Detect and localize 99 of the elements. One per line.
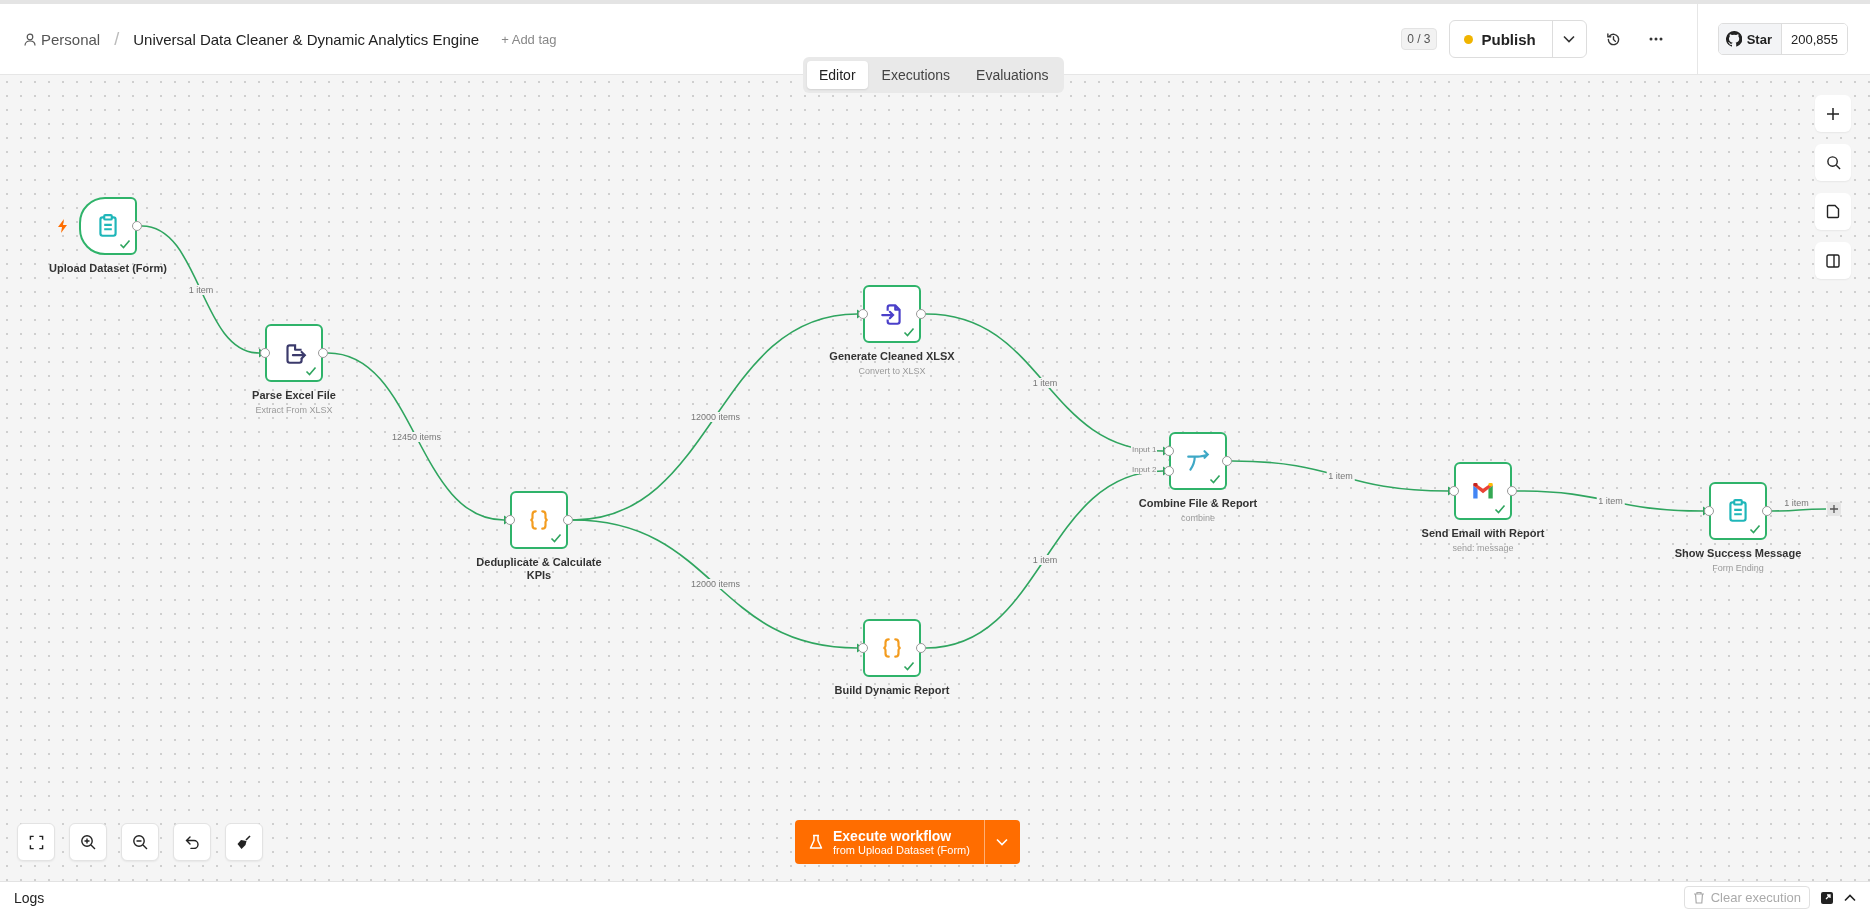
- view-tab[interactable]: Evaluations: [964, 61, 1061, 89]
- node-title: Build Dynamic Report: [833, 684, 951, 697]
- zoom-out-icon: [132, 834, 148, 850]
- file-export-icon: [286, 344, 307, 364]
- view-tab[interactable]: Editor: [807, 61, 868, 89]
- mail-m-icon: [1473, 482, 1493, 499]
- item-count-label: 12450 items: [390, 431, 443, 442]
- side-panel-button[interactable]: [1815, 242, 1851, 279]
- node-subtitle: combine: [1180, 513, 1216, 523]
- node-title: Parse Excel File: [251, 389, 337, 402]
- workflow-node[interactable]: [863, 619, 921, 677]
- chevron-down-icon: [996, 838, 1009, 846]
- fit-view-button[interactable]: [17, 823, 55, 861]
- github-icon: [1725, 31, 1742, 47]
- workflow-node[interactable]: [1709, 482, 1767, 540]
- node-subtitle: Extract From XLSX: [254, 405, 334, 415]
- project-link[interactable]: Personal: [41, 30, 101, 48]
- search-button[interactable]: [1815, 144, 1851, 181]
- input-handle[interactable]: [260, 348, 270, 358]
- version-counter: 0 / 3: [1401, 28, 1437, 50]
- fit-view-icon: [28, 834, 44, 850]
- item-count-label: 12000 items: [689, 412, 742, 422]
- ellipsis-icon: [1648, 37, 1663, 41]
- workflow-node[interactable]: [863, 285, 921, 343]
- chevron-down-icon: [1563, 35, 1576, 43]
- broom-icon: [236, 834, 252, 850]
- input-handle[interactable]: [1704, 506, 1714, 516]
- zoom-out-button[interactable]: [121, 823, 159, 861]
- sticky-note-icon: [1826, 204, 1840, 219]
- item-count-label: 1 item: [1030, 554, 1060, 565]
- side-panel-icon: [1826, 253, 1840, 268]
- breadcrumb-separator: /: [114, 28, 120, 50]
- flask-icon: [809, 834, 823, 850]
- output-handle[interactable]: [916, 643, 926, 653]
- item-count-label: 1 item: [1326, 471, 1355, 481]
- item-count-label: 1 item: [1030, 377, 1060, 388]
- input-handle[interactable]: [1449, 486, 1459, 496]
- input-label: Input 1: [1131, 445, 1158, 454]
- workflow-title[interactable]: Universal Data Cleaner & Dynamic Analytics Engine: [133, 30, 480, 48]
- search-icon: [1825, 155, 1841, 170]
- plus-icon: [1830, 505, 1838, 513]
- lightning-icon: [57, 219, 69, 233]
- add-tag-link[interactable]: + Add tag: [501, 31, 557, 47]
- item-count-label: 12000 items: [689, 579, 742, 589]
- output-handle[interactable]: [916, 309, 926, 319]
- popout-icon: [1820, 890, 1834, 905]
- output-handle[interactable]: [1507, 486, 1517, 496]
- braces-icon: [882, 638, 902, 658]
- status-dot-icon: [1463, 34, 1473, 44]
- file-import-icon: [881, 304, 901, 325]
- trash-icon: [1692, 891, 1705, 904]
- zoom-in-icon: [80, 834, 96, 850]
- github-star-widget[interactable]: Star 200,855: [1717, 23, 1848, 55]
- input-handle[interactable]: [858, 309, 868, 319]
- node-subtitle: Convert to XLSX: [857, 366, 927, 376]
- workflow-node[interactable]: [1454, 462, 1512, 520]
- workflow-node[interactable]: [265, 324, 323, 382]
- workflow-node[interactable]: [510, 491, 568, 549]
- node-subtitle: send: message: [1451, 543, 1515, 553]
- item-count-label: 1 item: [1782, 498, 1811, 508]
- merge-arrow-icon: [1187, 450, 1209, 471]
- undo-button[interactable]: [173, 823, 211, 861]
- node-title: Deduplicate & Calculate KPIs: [475, 556, 603, 582]
- output-handle[interactable]: [1762, 506, 1772, 516]
- expand-logs-button[interactable]: [1844, 893, 1856, 902]
- node-title: Show Success Message: [1673, 547, 1803, 560]
- add-connection-button[interactable]: [1827, 502, 1841, 516]
- input-handle[interactable]: [505, 515, 515, 525]
- workflow-node[interactable]: [1169, 432, 1227, 490]
- braces-icon: [529, 510, 549, 530]
- output-handle[interactable]: [132, 221, 142, 231]
- history-icon: [1606, 31, 1622, 47]
- github-star-button[interactable]: Star: [1718, 24, 1782, 54]
- input-label: Input 2: [1131, 465, 1158, 474]
- sticky-note-button[interactable]: [1815, 193, 1851, 230]
- zoom-in-button[interactable]: [69, 823, 107, 861]
- tidy-up-button[interactable]: [225, 823, 263, 861]
- clipboard-icon: [99, 214, 117, 237]
- view-tab[interactable]: Executions: [869, 61, 963, 89]
- output-handle[interactable]: [563, 515, 573, 525]
- person-icon: [24, 32, 36, 46]
- node-title: Generate Cleaned XLSX: [828, 350, 956, 363]
- workflow-node[interactable]: [79, 197, 137, 255]
- clipboard-icon: [1729, 499, 1747, 522]
- item-count-label: 1 item: [186, 284, 216, 295]
- input-handle[interactable]: [858, 643, 868, 653]
- plus-icon: [1826, 106, 1840, 121]
- node-title: Send Email with Report: [1420, 527, 1546, 540]
- undo-icon: [184, 835, 200, 849]
- chevron-up-icon: [1844, 893, 1856, 902]
- node-subtitle: Form Ending: [1711, 563, 1765, 573]
- output-handle[interactable]: [318, 348, 328, 358]
- node-title: Upload Dataset (Form): [48, 262, 168, 275]
- node-title: Combine File & Report: [1137, 497, 1259, 510]
- item-count-label: 1 item: [1596, 496, 1625, 506]
- popout-button[interactable]: [1820, 890, 1834, 905]
- logs-title[interactable]: Logs: [14, 889, 45, 906]
- output-handle[interactable]: [1222, 456, 1232, 466]
- add-node-button[interactable]: [1815, 95, 1851, 132]
